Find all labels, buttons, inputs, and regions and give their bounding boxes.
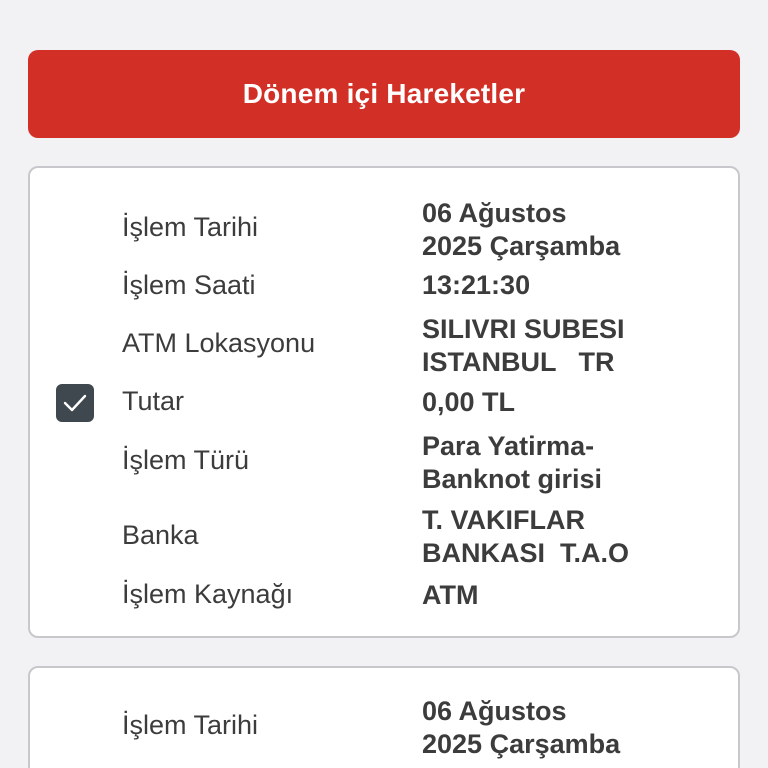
transactions-screen: Dönem içi Hareketler İşlem Tarihi 06 Ağu… [0,0,768,768]
transaction-date-label: İşlem Tarihi [122,710,259,740]
amount-value: 0,00 TL [422,387,516,417]
transaction-card[interactable]: İşlem Tarihi 06 Ağustos 2025 Çarşamba İş… [28,166,740,638]
atm-location-value: SILIVRI SUBESI ISTANBUL TR [422,314,625,377]
period-transactions-button[interactable]: Dönem içi Hareketler [28,50,740,138]
transaction-type-label: İşlem Türü [122,445,250,475]
bank-label: Banka [122,520,199,550]
check-icon [63,394,87,412]
transaction-time-label: İşlem Saati [122,270,256,300]
bank-value: T. VAKIFLAR BANKASI T.A.O [422,505,630,568]
amount-label: Tutar [122,386,185,416]
transaction-type-value: Para Yatirma- Banknot girisi [422,431,603,494]
transaction-time-value: 13:21:30 [422,270,531,300]
select-checkbox[interactable] [56,384,94,422]
transaction-source-label: İşlem Kaynağı [122,579,294,609]
transaction-card[interactable]: İşlem Tarihi 06 Ağustos 2025 Çarşamba [28,666,740,768]
atm-location-label: ATM Lokasyonu [122,328,316,358]
transaction-date-label: İşlem Tarihi [122,212,259,242]
transaction-source-value: ATM [422,580,479,610]
period-transactions-label: Dönem içi Hareketler [242,78,526,109]
transaction-date-value: 06 Ağustos 2025 Çarşamba [422,198,621,261]
transaction-date-value: 06 Ağustos 2025 Çarşamba [422,696,621,759]
